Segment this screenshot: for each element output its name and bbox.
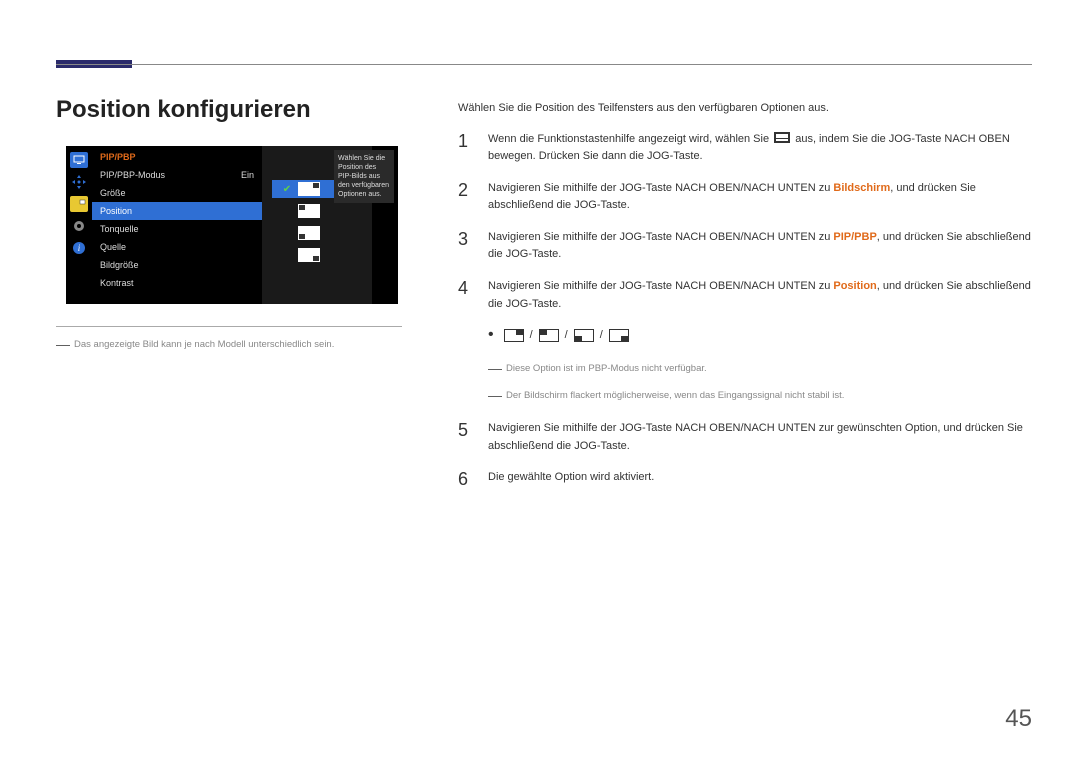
pos-icon-top-left — [298, 204, 320, 218]
check-placeholder — [282, 228, 292, 238]
step-1: 1 Wenn die Funktionstastenhilfe angezeig… — [458, 131, 1032, 166]
osd-row-label: Größe — [100, 188, 126, 198]
step-number: 5 — [458, 420, 474, 455]
pos-icon-bottom-right — [609, 329, 629, 342]
osd-row-label: PIP/PBP-Modus — [100, 170, 165, 180]
image-caption: ―Das angezeigte Bild kann je nach Modell… — [56, 336, 334, 352]
pos-icon-bottom-left — [574, 329, 594, 342]
page-title: Position konfigurieren — [56, 96, 311, 124]
step-text: Navigieren Sie mithilfe der JOG-Taste NA… — [488, 182, 833, 194]
step-body: Die gewählte Option wird aktiviert. — [488, 469, 1032, 491]
instructions-column: Wählen Sie die Position des Teilfensters… — [458, 100, 1032, 505]
osd-row-label: Quelle — [100, 242, 126, 252]
osd-row-size: Größe — [92, 184, 262, 202]
check-icon: ✔ — [282, 184, 292, 194]
note-text: Diese Option ist im PBP-Modus nicht verf… — [506, 363, 707, 374]
step-number: 4 — [458, 278, 474, 313]
note-text: Der Bildschirm flackert möglicherweise, … — [506, 390, 844, 401]
osd-row-label: Position — [100, 206, 132, 216]
check-placeholder — [282, 250, 292, 260]
check-placeholder — [282, 206, 292, 216]
step-5: 5 Navigieren Sie mithilfe der JOG-Taste … — [458, 420, 1032, 455]
bullet-icon: • — [488, 327, 494, 343]
osd-row-label: Bildgröße — [100, 260, 139, 270]
step-body: Navigieren Sie mithilfe der JOG-Taste NA… — [488, 278, 1032, 313]
osd-row-mode: PIP/PBP-Modus Ein — [92, 166, 262, 184]
osd-menu-header: PIP/PBP — [92, 146, 262, 166]
step-3: 3 Navigieren Sie mithilfe der JOG-Taste … — [458, 229, 1032, 264]
position-option-bl — [272, 224, 362, 242]
highlight-text: Bildschirm — [833, 182, 890, 194]
osd-menu-list: PIP/PBP PIP/PBP-Modus Ein Größe Position… — [92, 146, 262, 304]
step-text: Navigieren Sie mithilfe der JOG-Taste NA… — [488, 231, 833, 243]
step-2: 2 Navigieren Sie mithilfe der JOG-Taste … — [458, 180, 1032, 215]
position-option-br — [272, 246, 362, 264]
step-number: 1 — [458, 131, 474, 166]
pip-icon — [70, 196, 88, 212]
osd-row-sound: Tonquelle — [92, 220, 262, 238]
step-6: 6 Die gewählte Option wird aktiviert. — [458, 469, 1032, 491]
step-text: Wenn die Funktionstastenhilfe angezeigt … — [488, 133, 772, 145]
step-number: 6 — [458, 469, 474, 491]
position-option-tl — [272, 202, 362, 220]
osd-row-position: Position — [92, 202, 262, 220]
osd-row-value: Ein — [241, 170, 254, 180]
caption-divider — [56, 326, 402, 327]
intro-text: Wählen Sie die Position des Teilfensters… — [458, 100, 1032, 117]
step-body: Navigieren Sie mithilfe der JOG-Taste NA… — [488, 420, 1032, 455]
note-2: ―Der Bildschirm flackert möglicherweise,… — [488, 384, 1032, 406]
monitor-icon — [70, 152, 88, 168]
highlight-text: Position — [833, 280, 876, 292]
osd-row-label: Tonquelle — [100, 224, 139, 234]
pos-icon-top-left — [539, 329, 559, 342]
step-body: Wenn die Funktionstastenhilfe angezeigt … — [488, 131, 1032, 166]
pos-icon-bottom-right — [298, 248, 320, 262]
gear-icon — [70, 218, 88, 234]
step-4: 4 Navigieren Sie mithilfe der JOG-Taste … — [458, 278, 1032, 313]
step-body: Navigieren Sie mithilfe der JOG-Taste NA… — [488, 180, 1032, 215]
osd-row-label: Kontrast — [100, 278, 134, 288]
osd-help-text: Wählen Sie die Position des PIP-Bilds au… — [334, 150, 394, 203]
info-icon: i — [70, 240, 88, 256]
osd-row-imgsize: Bildgröße — [92, 256, 262, 274]
highlight-text: PIP/PBP — [833, 231, 876, 243]
caption-text: Das angezeigte Bild kann je nach Modell … — [74, 339, 334, 350]
step-number: 3 — [458, 229, 474, 264]
position-options-row: • / / / — [488, 327, 1032, 343]
pos-icon-top-right — [504, 329, 524, 342]
note-1: ―Diese Option ist im PBP-Modus nicht ver… — [488, 357, 1032, 379]
osd-row-contrast: Kontrast — [92, 274, 262, 292]
pos-icon-top-right — [298, 182, 320, 196]
osd-row-source: Quelle — [92, 238, 262, 256]
header-divider — [56, 64, 1032, 65]
page-number: 45 — [1005, 705, 1032, 733]
menu-icon — [774, 132, 790, 143]
step-number: 2 — [458, 180, 474, 215]
move-icon — [70, 174, 88, 190]
osd-screenshot: i PIP/PBP PIP/PBP-Modus Ein Größe Positi… — [66, 146, 398, 304]
pos-icon-bottom-left — [298, 226, 320, 240]
step-body: Navigieren Sie mithilfe der JOG-Taste NA… — [488, 229, 1032, 264]
osd-icon-column: i — [66, 146, 92, 304]
step-text: Navigieren Sie mithilfe der JOG-Taste NA… — [488, 280, 833, 292]
